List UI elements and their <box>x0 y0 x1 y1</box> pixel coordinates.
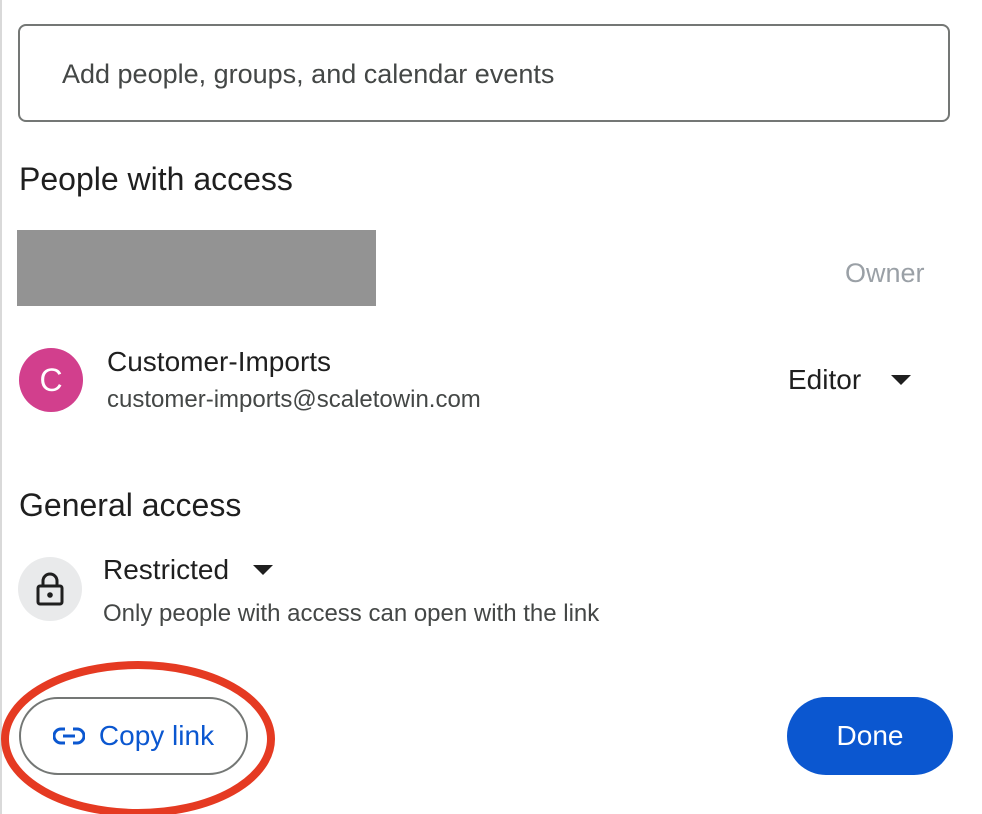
owner-role-label: Owner <box>845 258 925 288</box>
done-button[interactable]: Done <box>787 697 953 775</box>
lock-icon-container <box>18 557 82 621</box>
member-name: Customer-Imports <box>107 346 332 377</box>
avatar: C <box>19 348 83 412</box>
done-label: Done <box>836 720 904 751</box>
general-access-dropdown[interactable]: Restricted <box>95 548 281 592</box>
link-icon <box>52 727 85 745</box>
people-with-access-heading: People with access <box>19 161 293 197</box>
copy-link-label: Copy link <box>98 720 215 751</box>
member-role-dropdown[interactable]: Editor <box>778 356 921 404</box>
general-access-setting: Restricted <box>103 554 230 585</box>
general-access-heading: General access <box>19 487 242 523</box>
add-people-input[interactable] <box>60 26 924 122</box>
copy-link-button[interactable]: Copy link <box>19 697 248 775</box>
owner-redacted-info <box>17 230 376 306</box>
add-people-field[interactable] <box>18 24 950 122</box>
member-email: customer-imports@scaletowin.com <box>107 386 481 413</box>
avatar-letter: C <box>39 361 63 398</box>
general-access-description: Only people with access can open with th… <box>103 600 600 627</box>
dialog-left-border <box>0 0 2 814</box>
member-role-label: Editor <box>788 364 862 395</box>
lock-icon <box>36 572 64 606</box>
caret-down-icon <box>891 375 912 385</box>
caret-down-icon <box>253 565 274 575</box>
